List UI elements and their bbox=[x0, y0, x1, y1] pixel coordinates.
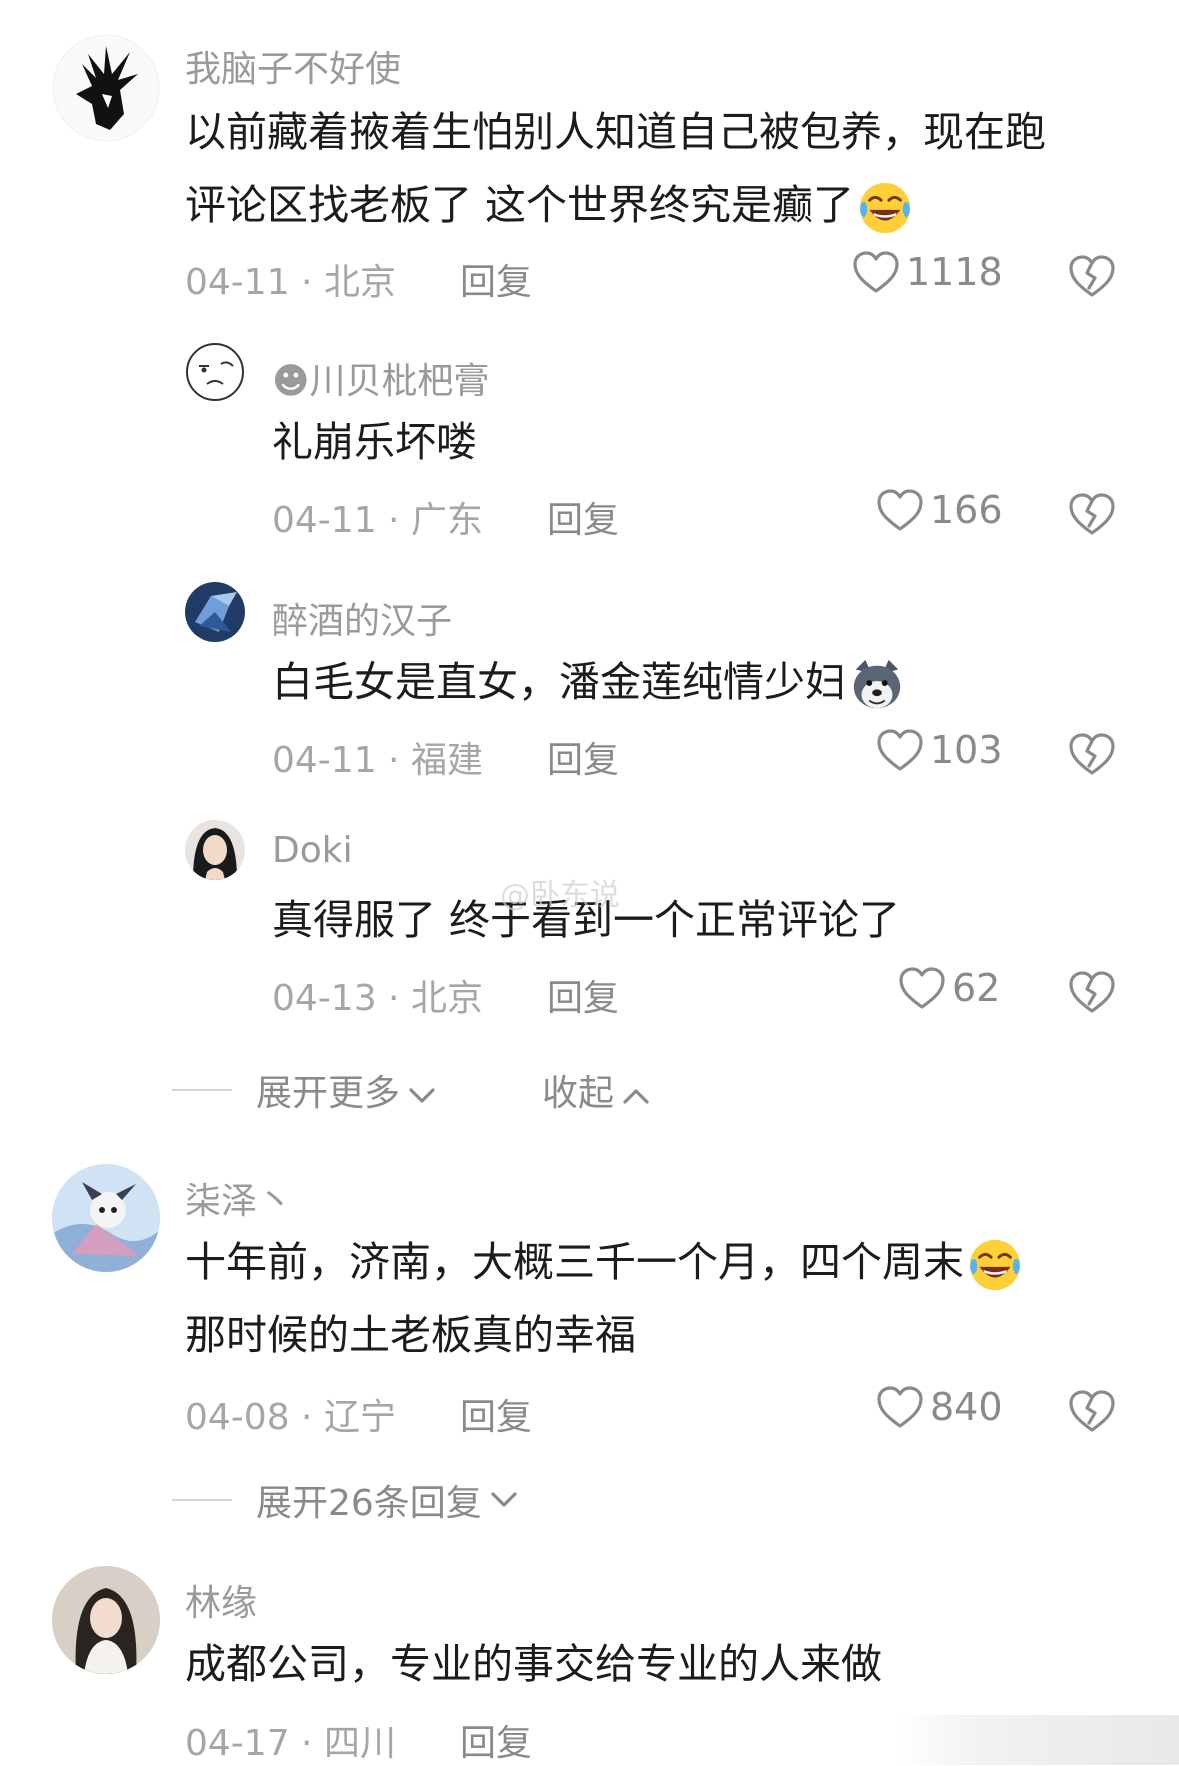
reply-button[interactable]: 回复 bbox=[547, 731, 619, 783]
comment-text-line: 十年前，济南，大概三千一个月，四个周末 bbox=[185, 1226, 1024, 1299]
laugh-cry-emoji bbox=[966, 1236, 1024, 1294]
broken-heart-icon[interactable] bbox=[1068, 254, 1116, 298]
expand-more-label: 展开更多 bbox=[256, 1073, 401, 1114]
comment-text-line: 评论区找老板了 这个世界终究是癫了 bbox=[185, 169, 1046, 242]
watermark: @卧东说 bbox=[500, 878, 620, 913]
comment-date: 04-17 bbox=[185, 1723, 290, 1764]
avatar-image bbox=[185, 582, 245, 642]
broken-heart-icon[interactable] bbox=[1068, 492, 1116, 536]
heart-icon bbox=[876, 728, 924, 772]
chevron-down-icon bbox=[490, 1491, 518, 1509]
username[interactable]: 柒泽丶 bbox=[185, 1172, 293, 1224]
expand-more-button[interactable]: 展开更多 bbox=[256, 1064, 436, 1116]
comment-text: 成都公司，专业的事交给专业的人来做 bbox=[185, 1640, 882, 1688]
collapse-label: 收起 bbox=[542, 1073, 615, 1114]
like-count: 840 bbox=[930, 1385, 1003, 1429]
comment-text: 白毛女是直女，潘金莲纯情少妇 bbox=[272, 646, 906, 719]
comment-date: 04-13 bbox=[272, 978, 377, 1019]
comment-text-segment: 评论区找老板了 这个世界终究是癫了 bbox=[185, 181, 855, 229]
expand-replies-label: 展开26条回复 bbox=[256, 1483, 482, 1524]
comment-location: 广东 bbox=[410, 500, 483, 541]
heart-icon bbox=[898, 966, 946, 1010]
comment-location: 北京 bbox=[323, 262, 396, 303]
avatar-image bbox=[185, 820, 245, 880]
user-avatar[interactable] bbox=[52, 1164, 160, 1272]
username[interactable]: 林缘 bbox=[185, 1574, 257, 1626]
comment-date: 04-11 bbox=[185, 262, 290, 303]
like-button[interactable]: 62 bbox=[898, 966, 1000, 1010]
avatar-image bbox=[52, 1164, 160, 1272]
user-avatar[interactable] bbox=[185, 342, 245, 402]
thread-controls: 展开更多 收起 bbox=[172, 1064, 650, 1116]
comment-text-line: 以前藏着掖着生怕别人知道自己被包养，现在跑 bbox=[185, 108, 1046, 156]
reply-button[interactable]: 回复 bbox=[547, 491, 619, 543]
comment-meta: 04-11 · 福建 bbox=[272, 740, 483, 781]
comment-meta: 04-08 · 辽宁 bbox=[185, 1397, 396, 1438]
cropped-edge bbox=[895, 1715, 1179, 1765]
username[interactable]: Doki bbox=[272, 830, 353, 871]
collapse-button[interactable]: 收起 bbox=[542, 1064, 650, 1116]
chevron-down-icon bbox=[408, 1087, 436, 1105]
username[interactable]: 我脑子不好使 bbox=[185, 40, 401, 92]
comment-text: 礼崩乐坏喽 bbox=[272, 418, 477, 466]
heart-icon bbox=[876, 1385, 924, 1429]
comment-date: 04-08 bbox=[185, 1397, 290, 1438]
comment-text-line: 那时候的土老板真的幸福 bbox=[185, 1311, 636, 1359]
username[interactable]: ☻川贝枇杷膏 bbox=[272, 352, 490, 404]
chevron-up-icon bbox=[622, 1087, 650, 1105]
comment-location: 福建 bbox=[410, 740, 483, 781]
reply-button[interactable]: 回复 bbox=[460, 253, 532, 305]
divider-line bbox=[172, 1089, 232, 1091]
avatar-image bbox=[186, 343, 244, 401]
expand-replies-button[interactable]: 展开26条回复 bbox=[172, 1474, 518, 1526]
like-button[interactable]: 840 bbox=[876, 1385, 1003, 1429]
comment-date: 04-11 bbox=[272, 500, 377, 541]
husky-emoji bbox=[848, 656, 906, 714]
like-count: 1118 bbox=[906, 250, 1003, 294]
comment-text-segment: 白毛女是直女，潘金莲纯情少妇 bbox=[272, 658, 846, 706]
like-count: 103 bbox=[930, 728, 1003, 772]
comment-meta: 04-13 · 北京 bbox=[272, 978, 483, 1019]
laugh-cry-emoji bbox=[856, 179, 914, 237]
like-count: 166 bbox=[930, 488, 1003, 532]
comment-meta: 04-11 · 广东 bbox=[272, 500, 483, 541]
user-avatar[interactable] bbox=[52, 34, 160, 142]
avatar-image bbox=[52, 34, 160, 142]
heart-icon bbox=[876, 488, 924, 532]
like-button[interactable]: 166 bbox=[876, 488, 1003, 532]
comment-date: 04-11 bbox=[272, 740, 377, 781]
avatar-image bbox=[52, 1566, 160, 1674]
broken-heart-icon[interactable] bbox=[1068, 970, 1116, 1014]
like-button[interactable]: 103 bbox=[876, 728, 1003, 772]
reply-button[interactable]: 回复 bbox=[460, 1714, 532, 1766]
username[interactable]: 醉酒的汉子 bbox=[272, 592, 452, 644]
comment-text: 以前藏着掖着生怕别人知道自己被包养，现在跑 评论区找老板了 这个世界终究是癫了 bbox=[185, 96, 1046, 242]
comment-location: 四川 bbox=[323, 1723, 396, 1764]
comment-meta: 04-11 · 北京 bbox=[185, 262, 396, 303]
reply-button[interactable]: 回复 bbox=[547, 969, 619, 1021]
user-avatar[interactable] bbox=[185, 820, 245, 880]
broken-heart-icon[interactable] bbox=[1068, 732, 1116, 776]
like-button[interactable]: 1118 bbox=[852, 250, 1003, 294]
divider-line bbox=[172, 1499, 232, 1501]
comment-location: 辽宁 bbox=[323, 1397, 396, 1438]
like-count: 62 bbox=[952, 966, 1001, 1010]
comment-meta: 04-17 · 四川 bbox=[185, 1723, 396, 1764]
user-avatar[interactable] bbox=[52, 1566, 160, 1674]
heart-icon bbox=[852, 250, 900, 294]
comment-location: 北京 bbox=[410, 978, 483, 1019]
broken-heart-icon[interactable] bbox=[1068, 1389, 1116, 1433]
comment-text: 十年前，济南，大概三千一个月，四个周末 那时候的土老板真的幸福 bbox=[185, 1226, 1024, 1372]
comment-text-segment: 十年前，济南，大概三千一个月，四个周末 bbox=[185, 1238, 964, 1286]
user-avatar[interactable] bbox=[185, 582, 245, 642]
reply-button[interactable]: 回复 bbox=[460, 1388, 532, 1440]
